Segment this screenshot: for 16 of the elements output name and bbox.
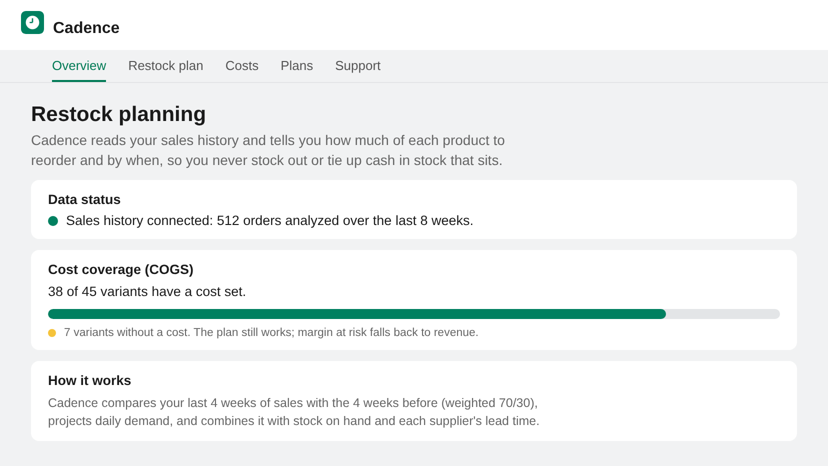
- card-title: Cost coverage (COGS): [48, 262, 195, 277]
- coverage-note: 7 variants without a cost. The plan still works; margin at risk falls back to revenue.: [64, 327, 479, 339]
- nav-tab[interactable]: Plans: [280, 50, 314, 82]
- coverage-summary: 38 of 45 variants have a cost set.: [48, 284, 246, 299]
- how-it-works-text: Cadence compares your last 4 weeks of sales with the 4 weeks before (weighted 70/30), projects daily demand, and combines it with stock on hand and each supplier's lead time.: [48, 395, 541, 430]
- card-title: How it works: [48, 373, 132, 388]
- nav-tab[interactable]: Support: [335, 50, 381, 82]
- status-message: Sales history connected: 512 orders analyzed over the last 8 weeks.: [66, 213, 474, 228]
- nav-tab[interactable]: Restock plan: [128, 50, 204, 82]
- app-name: Cadence: [53, 20, 120, 38]
- nav-tab[interactable]: Costs: [225, 50, 259, 82]
- page-description: Cadence reads your sales history and tells you how much of each product to reorder and by when, so you never stock out or tie up cash in stock that sits.: [31, 131, 506, 170]
- clock-logo-icon: [21, 10, 44, 34]
- page-title: Restock planning: [31, 103, 208, 127]
- nav-tab[interactable]: Overview: [52, 50, 106, 82]
- card-title: Data status: [48, 192, 122, 207]
